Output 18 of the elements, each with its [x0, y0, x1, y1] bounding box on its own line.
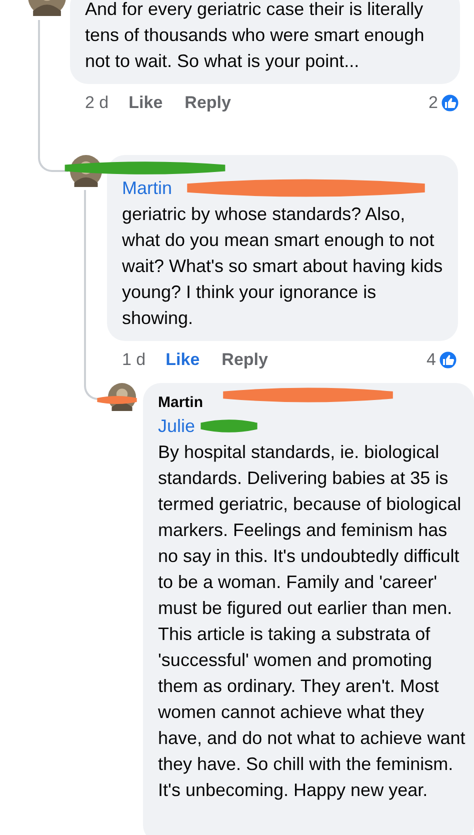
- redaction-scribble: [96, 395, 138, 405]
- mention-link[interactable]: Julie: [158, 413, 196, 439]
- reply-button[interactable]: Reply: [184, 90, 231, 116]
- mention-link[interactable]: Martin: [122, 175, 172, 201]
- thumbs-up-icon: [440, 92, 460, 113]
- reply-button[interactable]: Reply: [222, 347, 268, 372]
- timestamp[interactable]: 1 d: [122, 347, 146, 372]
- comment-text: By hospital standards, ie. biological standards. Delivering babies at 35 is termed geriatric, because of biological markers. Feelings and feminism has no say in this. It's undoubtedly difficult to be a woman. Family and 'career' must be figured out earlier than men. This article is taking a substrata of 'successful' women and promoting them as ordinary. They aren't. Most women cannot achieve what they have, and do not what to achieve want they have. So chill with the feminism. It's unbecoming. Happy new year.: [158, 441, 466, 802]
- comment-text: geriatric by whose standards? Also, what do you mean smart enough to not wait? What's so smart about having kids young? I think your ignorance is showing.: [122, 203, 444, 330]
- redaction-scribble: [199, 418, 260, 434]
- reaction-count: 2: [428, 92, 438, 114]
- reaction-count: 4: [426, 349, 436, 371]
- thumbs-up-icon: [438, 350, 458, 370]
- like-button[interactable]: Like: [166, 347, 200, 372]
- timestamp[interactable]: 2 d: [85, 90, 109, 116]
- comment-text: And for every geriatric case their is literally tens of thousands who were smart enough not to wait. So what is your point...: [85, 0, 426, 73]
- author-name[interactable]: Martin: [158, 393, 203, 413]
- like-button[interactable]: Like: [128, 90, 163, 116]
